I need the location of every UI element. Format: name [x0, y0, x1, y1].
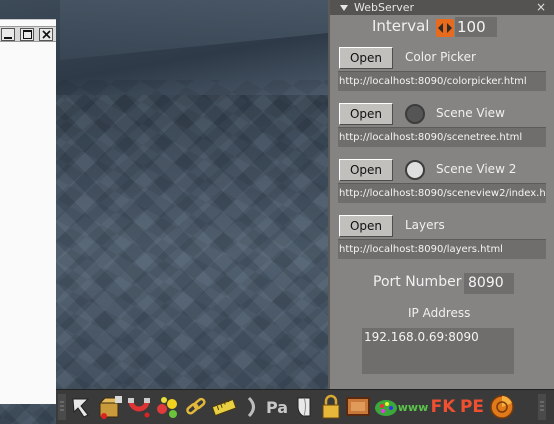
pe-text: PE — [459, 397, 485, 417]
pie-chart-icon[interactable] — [488, 393, 516, 421]
open-button-color-picker[interactable]: Open — [339, 47, 393, 69]
panel-title: WebServer — [354, 1, 415, 14]
palette-icon[interactable] — [372, 393, 400, 421]
pa-text: Pa — [265, 397, 289, 417]
layers-url[interactable]: http://localhost:8090/layers.html — [338, 239, 546, 259]
fk-text: FK — [430, 397, 456, 417]
ruler-icon[interactable] — [210, 393, 238, 421]
webserver-panel: WebServer × Interval 100 Open Color Pick… — [328, 0, 554, 424]
lock-icon[interactable] — [317, 393, 345, 421]
minimize-button[interactable] — [1, 28, 15, 41]
bracket-icon[interactable] — [238, 393, 266, 421]
panel-close-icon[interactable]: × — [536, 1, 546, 14]
page-curl-icon[interactable] — [290, 393, 318, 421]
ip-address-field[interactable]: 192.168.0.69:8090 — [362, 328, 514, 374]
floating-window — [0, 19, 56, 404]
package-icon[interactable] — [96, 393, 124, 421]
minimize-icon — [4, 36, 12, 39]
color-picker-url[interactable]: http://localhost:8090/colorpicker.html — [338, 71, 546, 91]
ip-address-label: IP Address — [408, 306, 471, 320]
interval-spinner[interactable] — [436, 19, 454, 37]
image-frame-icon[interactable] — [344, 393, 372, 421]
scene-view-2-indicator — [405, 160, 425, 180]
port-number-label: Port Number — [373, 274, 462, 290]
toolbar-grip-icon[interactable] — [58, 394, 66, 420]
www-text: www — [397, 400, 429, 414]
scene-view-indicator — [405, 104, 425, 124]
open-button-layers[interactable]: Open — [339, 215, 393, 237]
scene-view-label: Scene View — [436, 106, 505, 120]
maximize-icon — [22, 30, 32, 39]
close-icon — [41, 30, 51, 39]
color-picker-label: Color Picker — [405, 50, 476, 64]
close-button[interactable] — [39, 28, 53, 41]
scene-view-url[interactable]: http://localhost:8090/scenetree.html — [338, 127, 546, 147]
panel-header[interactable]: WebServer × — [330, 0, 554, 15]
port-number-input[interactable]: 8090 — [464, 273, 514, 294]
interval-input[interactable]: 100 — [455, 17, 497, 37]
open-button-scene-view[interactable]: Open — [339, 103, 393, 125]
molecule-icon[interactable] — [154, 393, 182, 421]
fk-icon[interactable]: FK — [429, 393, 457, 421]
open-button-scene-view-2[interactable]: Open — [339, 159, 393, 181]
chain-link-icon[interactable] — [182, 393, 210, 421]
pa-icon[interactable]: Pa — [263, 393, 291, 421]
maximize-button[interactable] — [20, 28, 34, 41]
layers-label: Layers — [405, 218, 445, 232]
spinner-arrows-icon — [438, 23, 452, 33]
pe-icon[interactable]: PE — [458, 393, 486, 421]
toolbar-grip-right-icon[interactable] — [538, 394, 546, 420]
magnet-icon[interactable] — [125, 393, 153, 421]
scene-view-2-label: Scene View 2 — [436, 162, 517, 176]
bottom-toolbar: Pa www FK PE — [56, 389, 554, 424]
select-tool-icon[interactable] — [68, 393, 96, 421]
www-icon[interactable]: www — [397, 393, 429, 421]
interval-label: Interval — [372, 17, 430, 35]
collapse-triangle-icon[interactable] — [340, 4, 348, 11]
scene-view-2-url[interactable]: http://localhost:8090/sceneview2/index.h… — [338, 183, 546, 203]
window-titlebar — [0, 26, 56, 42]
